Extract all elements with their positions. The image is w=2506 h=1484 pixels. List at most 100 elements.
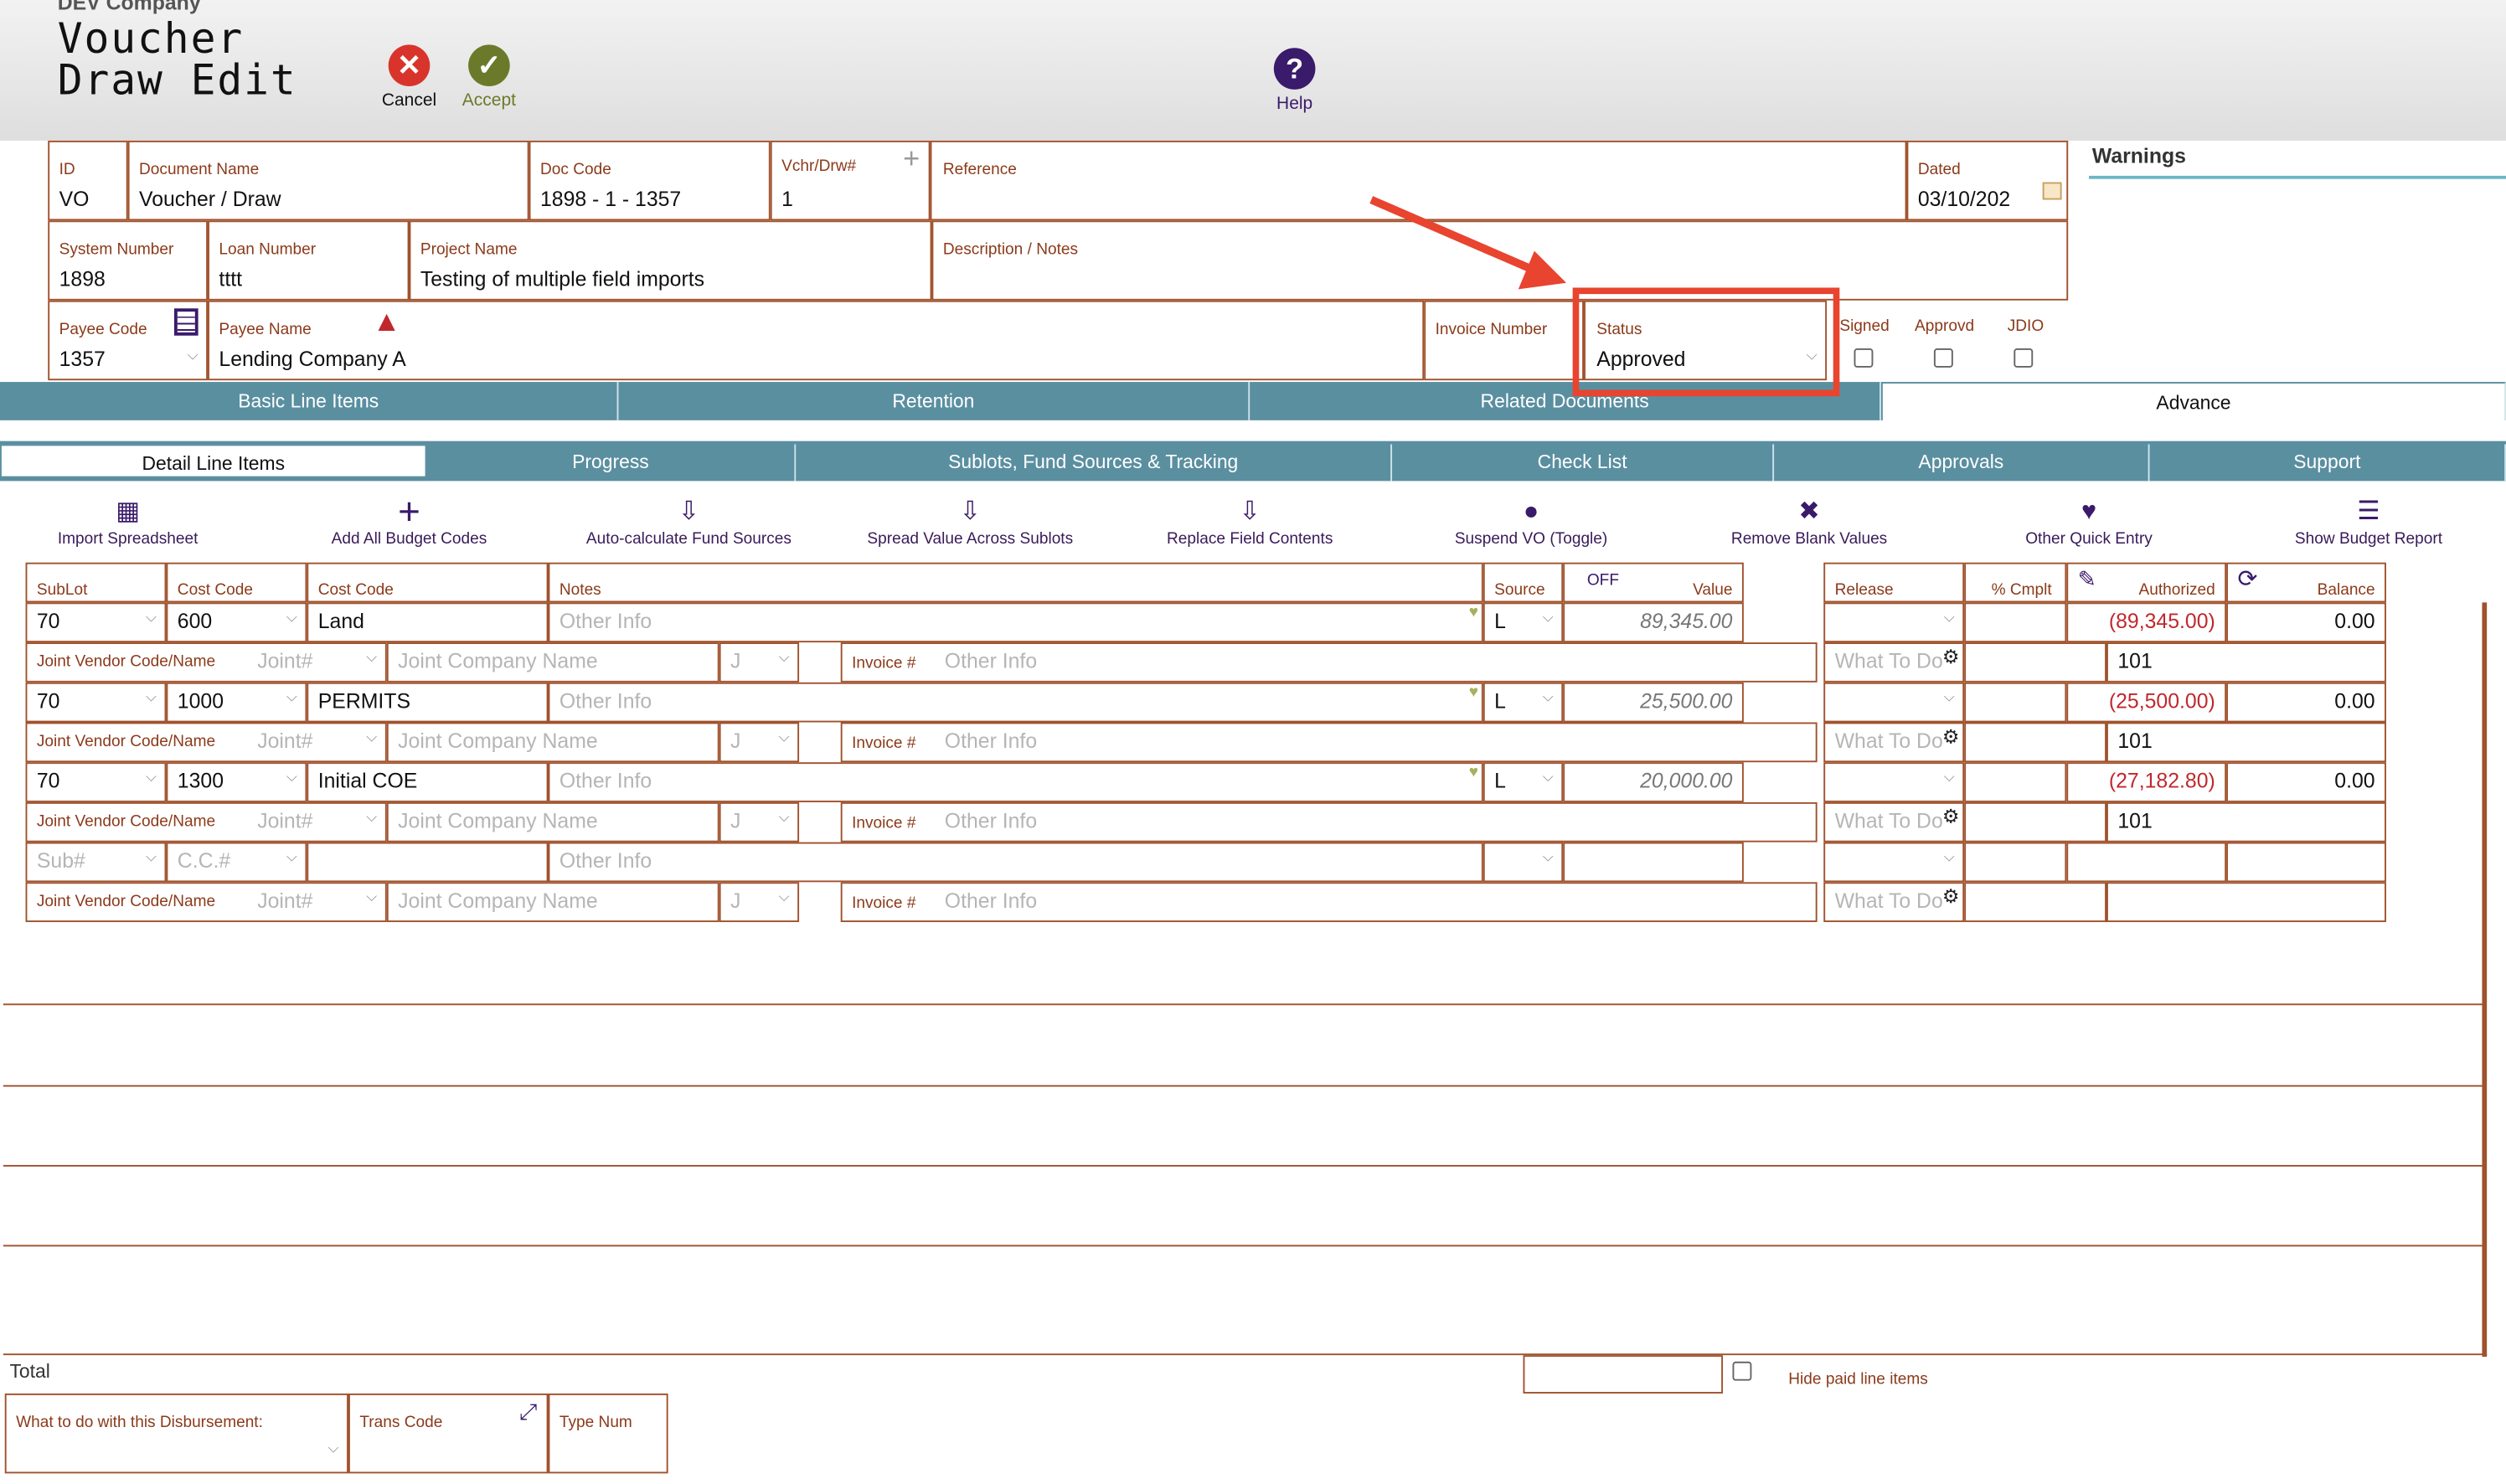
joint-type-select[interactable]: J ⌵ (719, 722, 800, 763)
chevron-down-icon[interactable]: ⌵ (779, 649, 790, 667)
remove-blank-values-button[interactable]: ✖ Remove Blank Values (1698, 498, 1921, 548)
chevron-down-icon[interactable]: ⌵ (366, 729, 377, 746)
notes-input[interactable]: Other Info ♥ (548, 762, 1483, 802)
joint-vendor-select[interactable]: Joint Vendor Code/Name Joint# ⌵ (25, 882, 387, 923)
tab-basic-line-items[interactable]: Basic Line Items (0, 382, 619, 420)
refresh-icon[interactable]: ⟳ (2237, 564, 2257, 593)
payee-code-field[interactable]: Payee Code 1357 ⌵ (48, 300, 209, 381)
chevron-down-icon[interactable]: ⌵ (286, 688, 297, 706)
cost-code-select[interactable]: C.C.# ⌵ (166, 842, 307, 883)
release-select[interactable]: ⌵ (1823, 602, 1965, 643)
chevron-down-icon[interactable]: ⌵ (146, 688, 157, 706)
sublot-select[interactable]: Sub# ⌵ (25, 842, 167, 883)
joint-company-input[interactable]: Joint Company Name (386, 801, 719, 842)
joint-company-input[interactable]: Joint Company Name (386, 642, 719, 683)
release-select[interactable]: ⌵ (1823, 682, 1965, 723)
chevron-down-icon[interactable]: ⌵ (1543, 848, 1554, 866)
payee-name-field[interactable]: Payee Name ▲ Lending Company A (208, 300, 1425, 381)
subtab-support[interactable]: Support (2149, 444, 2506, 482)
gear-icon[interactable]: ⚙ (1942, 725, 1960, 748)
what-to-do-select[interactable]: What To Do ⚙ (1823, 722, 1965, 763)
vchr-field[interactable]: Vchr/Drw# +1 (770, 140, 931, 221)
cmplt-input[interactable] (1964, 682, 2067, 723)
joint-company-input[interactable]: Joint Company Name (386, 722, 719, 763)
chevron-down-icon[interactable]: ⌵ (1944, 848, 1955, 866)
tab-advance[interactable]: Advance (1880, 382, 2506, 420)
source-select[interactable]: ⌵ (1482, 842, 1564, 883)
chevron-down-icon[interactable]: ⌵ (328, 1440, 339, 1457)
sublot-select[interactable]: 70 ⌵ (25, 602, 167, 643)
trans-code-field[interactable]: Trans Code ⤢ (348, 1393, 549, 1474)
document-name-field[interactable]: Document Name Voucher / Draw (127, 140, 529, 221)
chevron-down-icon[interactable]: ⌵ (1543, 609, 1554, 626)
value-input[interactable]: 20,000.00 (1563, 762, 1744, 802)
notes-input[interactable]: Other Info ♥ (548, 682, 1483, 723)
chevron-down-icon[interactable]: ⌵ (146, 769, 157, 786)
sublot-select[interactable]: 70 ⌵ (25, 762, 167, 802)
cancel-button[interactable]: ✕ Cancel (377, 44, 441, 111)
auto-calculate-button[interactable]: ⇩ Auto-calculate Fund Sources (575, 498, 802, 548)
help-button[interactable]: ? Help (1262, 48, 1326, 113)
show-budget-report-button[interactable]: ☰ Show Budget Report (2276, 498, 2461, 548)
chevron-down-icon[interactable]: ⌵ (286, 848, 297, 866)
cmplt-input[interactable] (1964, 602, 2067, 643)
value-input[interactable]: 89,345.00 (1563, 602, 1744, 643)
invoice-number-field[interactable]: Invoice Number (1424, 300, 1585, 381)
cost-code-select[interactable]: 600 ⌵ (166, 602, 307, 643)
subtab-sublots[interactable]: Sublots, Fund Sources & Tracking (796, 444, 1393, 482)
chevron-down-icon[interactable]: ⌵ (1944, 688, 1955, 706)
sublot-select[interactable]: 70 ⌵ (25, 682, 167, 723)
source-select[interactable]: L ⌵ (1482, 682, 1564, 723)
release-select[interactable]: ⌵ (1823, 762, 1965, 802)
type-num-field[interactable]: Type Num (548, 1393, 668, 1474)
release-select[interactable]: ⌵ (1823, 842, 1965, 883)
cost-code-select[interactable]: 1000 ⌵ (166, 682, 307, 723)
chevron-down-icon[interactable]: ⌵ (366, 809, 377, 827)
joint-company-input[interactable]: Joint Company Name (386, 882, 719, 923)
chevron-down-icon[interactable]: ⌵ (1944, 609, 1955, 626)
chevron-down-icon[interactable]: ⌵ (1543, 688, 1554, 706)
chevron-down-icon[interactable]: ⌵ (1944, 769, 1955, 786)
subtab-detail-line-items[interactable]: Detail Line Items (0, 444, 427, 482)
invoice-input[interactable]: Invoice # Other Info (840, 882, 1818, 923)
import-spreadsheet-button[interactable]: ▦ Import Spreadsheet (32, 498, 224, 548)
subtab-check-list[interactable]: Check List (1392, 444, 1775, 482)
chevron-down-icon[interactable]: ⌵ (779, 809, 790, 827)
source-select[interactable]: L ⌵ (1482, 602, 1564, 643)
calendar-icon[interactable] (2042, 182, 2062, 200)
chevron-down-icon[interactable]: ⌵ (286, 769, 297, 786)
joint-type-select[interactable]: J ⌵ (719, 801, 800, 842)
joint-vendor-select[interactable]: Joint Vendor Code/Name Joint# ⌵ (25, 801, 387, 842)
loan-number-field[interactable]: Loan Number tttt (208, 220, 410, 301)
gear-icon[interactable]: ⚙ (1942, 806, 1960, 828)
suspend-vo-button[interactable]: ● Suspend VO (Toggle) (1419, 498, 1642, 548)
joint-type-select[interactable]: J ⌵ (719, 642, 800, 683)
plus-icon[interactable]: + (903, 142, 920, 176)
system-number-field[interactable]: System Number 1898 (48, 220, 209, 301)
gear-icon[interactable]: ⚙ (1942, 885, 1960, 908)
project-name-field[interactable]: Project Name Testing of multiple field im… (409, 220, 932, 301)
approvd-checkbox[interactable] (1933, 348, 1953, 368)
cost-code-select[interactable]: 1300 ⌵ (166, 762, 307, 802)
signed-checkbox[interactable] (1854, 348, 1874, 368)
chevron-down-icon[interactable]: ⌵ (146, 609, 157, 626)
doc-code-field[interactable]: Doc Code 1898 - 1 - 1357 (529, 140, 771, 221)
heart-icon[interactable]: ♥ (1469, 764, 1478, 781)
value-input[interactable] (1563, 842, 1744, 883)
chevron-down-icon[interactable]: ⌵ (286, 609, 297, 626)
id-field[interactable]: ID VO (48, 140, 128, 221)
signature-icon[interactable]: ✎ (2078, 566, 2096, 593)
joint-vendor-select[interactable]: Joint Vendor Code/Name Joint# ⌵ (25, 722, 387, 763)
value-input[interactable]: 25,500.00 (1563, 682, 1744, 723)
invoice-input[interactable]: Invoice # Other Info (840, 642, 1818, 683)
chevron-down-icon[interactable]: ⌵ (188, 347, 199, 364)
invoice-input[interactable]: Invoice # Other Info (840, 801, 1818, 842)
heart-icon[interactable]: ♥ (1469, 684, 1478, 702)
what-to-do-select[interactable]: What To Do ⚙ (1823, 882, 1965, 923)
source-select[interactable]: L ⌵ (1482, 762, 1564, 802)
dated-field[interactable]: Dated 03/10/202 (1906, 140, 2069, 221)
expand-icon[interactable]: ⤢ (519, 1399, 537, 1425)
subtab-approvals[interactable]: Approvals (1774, 444, 2150, 482)
chevron-down-icon[interactable]: ⌵ (366, 649, 377, 667)
jdio-checkbox[interactable] (2014, 348, 2034, 368)
